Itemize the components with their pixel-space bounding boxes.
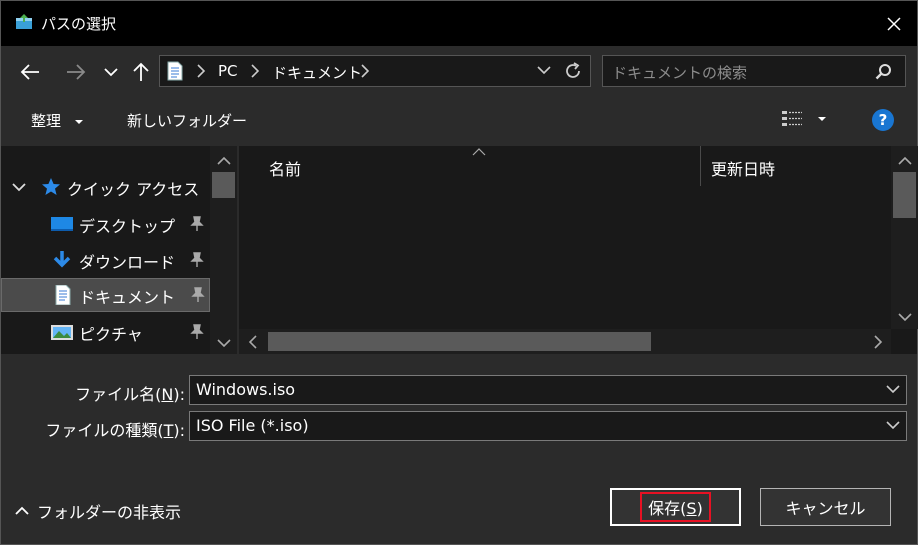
close-icon bbox=[887, 16, 901, 31]
up-button[interactable] bbox=[127, 59, 155, 85]
navigation-pane-scrollbar[interactable] bbox=[210, 146, 237, 354]
sort-up-icon bbox=[472, 148, 486, 156]
desktop-icon bbox=[51, 217, 73, 231]
column-divider[interactable] bbox=[700, 146, 701, 186]
back-button[interactable] bbox=[16, 59, 44, 85]
sidebar-item-label: ダウンロード bbox=[79, 253, 176, 272]
close-button[interactable] bbox=[871, 1, 917, 46]
scrollbar-thumb[interactable] bbox=[212, 172, 235, 198]
access-key: T bbox=[163, 421, 174, 440]
chevron-down-icon bbox=[898, 313, 912, 322]
filename-value[interactable]: Windows.iso bbox=[196, 380, 295, 399]
search-placeholder: ドキュメントの検索 bbox=[612, 64, 748, 82]
organize-menu[interactable]: 整理 bbox=[31, 110, 84, 131]
navigation-pane: クイック アクセス デスクトップ ダウンロード ドキュメント ピクチャ bbox=[1, 146, 237, 354]
hide-folders-button[interactable]: フォルダーの非表示 bbox=[15, 499, 181, 523]
save-button[interactable]: 保存(S) bbox=[610, 488, 741, 526]
search-icon[interactable] bbox=[875, 63, 893, 81]
chevron-down-icon bbox=[217, 339, 231, 348]
save-dialog: パスの選択 PC ドキュメント ドキュメントの検索 整理 新しいフォルダー ? … bbox=[0, 0, 918, 545]
sidebar-item-label: ドキュメント bbox=[79, 288, 176, 307]
document-icon bbox=[55, 285, 71, 305]
chevron-down-icon bbox=[104, 68, 118, 77]
refresh-icon[interactable] bbox=[563, 61, 583, 81]
address-bar[interactable]: PC ドキュメント bbox=[159, 55, 591, 87]
filename-label: ファイル名(N): bbox=[41, 381, 185, 405]
filetype-select[interactable]: ISO File (*.iso) bbox=[189, 411, 907, 441]
command-bar: 整理 新しいフォルダー ? bbox=[1, 96, 917, 146]
chevron-right-icon bbox=[361, 64, 370, 78]
navigation-bar: PC ドキュメント ドキュメントの検索 bbox=[1, 46, 917, 96]
picture-icon bbox=[51, 325, 73, 340]
breadcrumb-pc[interactable]: PC bbox=[218, 62, 238, 80]
hide-folders-label: フォルダーの非表示 bbox=[37, 503, 182, 522]
label-text: ファイル名( bbox=[75, 385, 162, 404]
column-header-name[interactable]: 名前 bbox=[269, 156, 301, 180]
pin-icon[interactable] bbox=[190, 216, 204, 232]
view-list-icon bbox=[782, 111, 802, 126]
recent-locations-button[interactable] bbox=[97, 59, 125, 85]
file-list-horizontal-scrollbar[interactable] bbox=[239, 329, 891, 354]
scrollbar-thumb[interactable] bbox=[893, 172, 916, 218]
chevron-up-icon bbox=[15, 506, 29, 515]
chevron-up-icon bbox=[898, 156, 912, 165]
save-label: 保存(S) bbox=[640, 492, 711, 522]
filetype-label: ファイルの種類(T): bbox=[21, 417, 185, 441]
title-bar: パスの選択 bbox=[1, 1, 917, 46]
caret-down-icon bbox=[818, 117, 826, 121]
sidebar-item-pictures[interactable]: ピクチャ bbox=[1, 315, 210, 349]
forward-button[interactable] bbox=[62, 59, 90, 85]
app-icon bbox=[16, 14, 32, 29]
breadcrumb-documents[interactable]: ドキュメント bbox=[272, 62, 362, 83]
help-icon[interactable]: ? bbox=[872, 109, 894, 131]
column-header-date[interactable]: 更新日時 bbox=[711, 156, 775, 180]
cancel-button[interactable]: キャンセル bbox=[760, 488, 891, 526]
pin-icon[interactable] bbox=[190, 252, 204, 268]
view-options-button[interactable] bbox=[781, 109, 827, 129]
label-text: ): bbox=[173, 421, 185, 440]
sidebar-item-label: デスクトップ bbox=[79, 217, 176, 236]
sidebar-item-desktop[interactable]: デスクトップ bbox=[1, 207, 210, 241]
file-list[interactable]: 名前 更新日時 bbox=[239, 146, 918, 354]
chevron-up-icon bbox=[217, 156, 231, 165]
pin-icon[interactable] bbox=[190, 324, 204, 340]
label-text: ): bbox=[173, 385, 185, 404]
chevron-right-icon bbox=[874, 335, 883, 349]
access-key: N bbox=[161, 385, 174, 404]
document-icon bbox=[167, 61, 183, 81]
sidebar-item-documents[interactable]: ドキュメント bbox=[1, 278, 210, 312]
chevron-down-icon[interactable] bbox=[886, 382, 900, 396]
label-text: ファイルの種類( bbox=[45, 421, 164, 440]
forward-arrow-icon bbox=[67, 64, 86, 80]
star-icon bbox=[42, 178, 60, 195]
organize-label: 整理 bbox=[31, 112, 62, 130]
window-title: パスの選択 bbox=[41, 15, 117, 33]
back-arrow-icon bbox=[20, 64, 39, 80]
chevron-left-icon bbox=[248, 335, 257, 349]
sidebar-item-downloads[interactable]: ダウンロード bbox=[1, 243, 210, 277]
chevron-right-icon bbox=[251, 64, 260, 78]
up-arrow-icon bbox=[133, 62, 149, 81]
chevron-down-icon bbox=[12, 183, 26, 192]
label-text: ) bbox=[696, 499, 703, 518]
sidebar-item-quick-access[interactable]: クイック アクセス bbox=[1, 170, 210, 204]
label-text: 保存( bbox=[648, 499, 687, 518]
scrollbar-thumb[interactable] bbox=[268, 332, 651, 351]
filename-field[interactable]: Windows.iso bbox=[189, 375, 907, 405]
chevron-down-icon[interactable] bbox=[537, 63, 551, 77]
search-box[interactable]: ドキュメントの検索 bbox=[602, 55, 906, 87]
sidebar-item-label: クイック アクセス bbox=[67, 180, 200, 199]
caret-down-icon bbox=[74, 119, 83, 124]
filetype-value: ISO File (*.iso) bbox=[196, 416, 309, 435]
new-folder-button[interactable]: 新しいフォルダー bbox=[127, 110, 247, 131]
sidebar-item-label: ピクチャ bbox=[79, 325, 143, 344]
download-icon bbox=[53, 251, 71, 268]
chevron-right-icon bbox=[197, 64, 206, 78]
chevron-down-icon bbox=[886, 421, 900, 430]
pin-icon[interactable] bbox=[191, 287, 205, 303]
access-key: S bbox=[686, 499, 697, 518]
file-list-vertical-scrollbar[interactable] bbox=[891, 146, 918, 329]
